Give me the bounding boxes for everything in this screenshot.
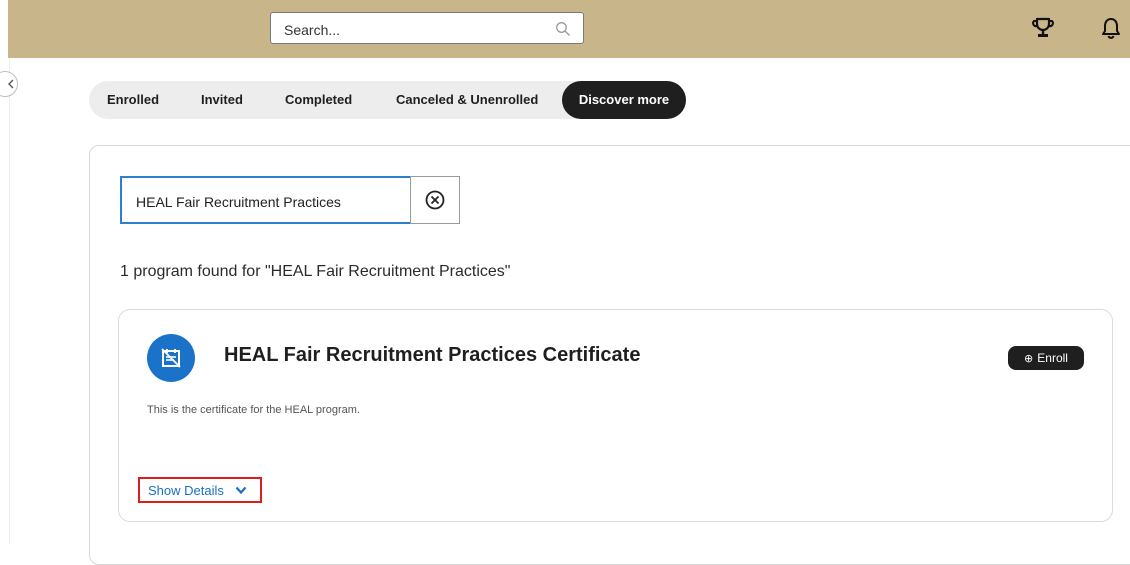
enroll-button[interactable]: ⊕ Enroll — [1008, 346, 1084, 370]
show-details-label: Show Details — [148, 483, 224, 498]
show-details-toggle[interactable]: Show Details — [138, 477, 262, 503]
program-tabs: Enrolled Invited Completed Canceled & Un… — [89, 81, 686, 119]
tab-enrolled[interactable]: Enrolled — [107, 81, 159, 119]
program-avatar — [147, 334, 195, 382]
certificate-icon — [161, 348, 181, 368]
tab-canceled-unenrolled[interactable]: Canceled & Unenrolled — [396, 81, 538, 119]
sidebar-rail — [9, 58, 10, 544]
global-search-input[interactable] — [282, 20, 536, 40]
plus-circle-icon: ⊕ — [1024, 353, 1034, 365]
chevron-down-icon — [235, 486, 247, 495]
search-icon[interactable] — [555, 21, 571, 37]
tab-invited[interactable]: Invited — [201, 81, 243, 119]
trophy-icon[interactable] — [1032, 17, 1054, 39]
program-search-field[interactable] — [120, 176, 412, 224]
global-search[interactable] — [270, 12, 584, 44]
program-description: This is the certificate for the HEAL pro… — [147, 404, 360, 416]
results-summary: 1 program found for "HEAL Fair Recruitme… — [120, 263, 511, 280]
clear-search-button[interactable] — [410, 176, 460, 224]
program-search-input[interactable] — [134, 191, 398, 213]
enroll-label: Enroll — [1037, 351, 1068, 365]
sidebar-collapse-button[interactable] — [0, 71, 18, 97]
program-title: HEAL Fair Recruitment Practices Certific… — [224, 344, 641, 366]
tab-discover-more[interactable]: Discover more — [562, 81, 686, 119]
tab-completed[interactable]: Completed — [285, 81, 352, 119]
circle-x-icon — [425, 190, 445, 210]
bell-icon[interactable] — [1100, 16, 1122, 40]
chevron-left-icon — [8, 79, 14, 89]
